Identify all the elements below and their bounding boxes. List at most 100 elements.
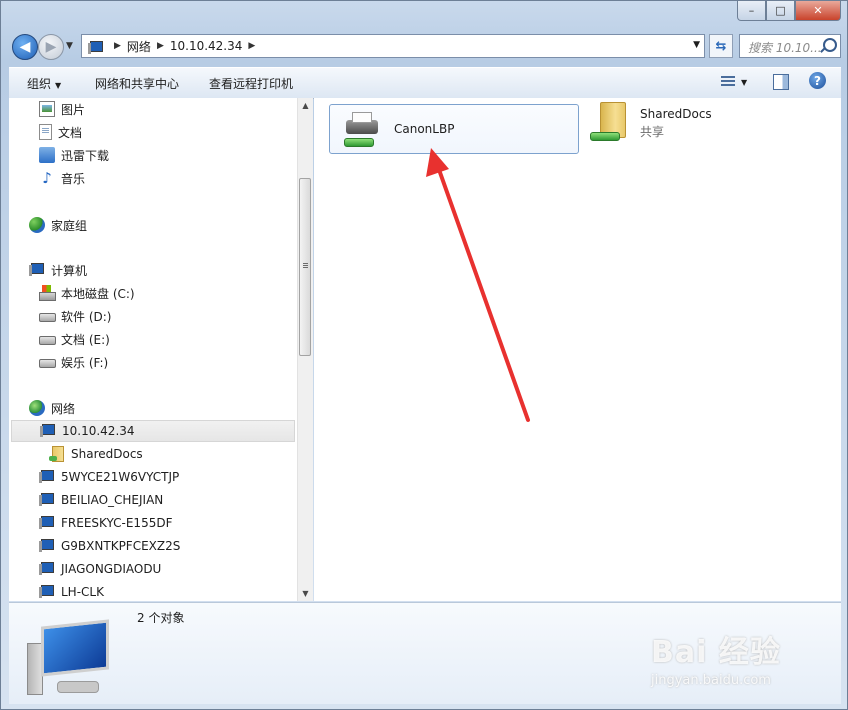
organize-label: 组织 — [27, 77, 52, 91]
explorer-window: – □ ✕ ◀ ▶ ▼ ▶ 网络 ▶ 10.10.42.34 ▶ ▼ ⇆ 搜索 … — [0, 0, 848, 710]
sidebar-item-documents[interactable]: 文档 — [39, 121, 82, 143]
sidebar-item-label: LH-CLK — [61, 585, 104, 599]
sidebar-item-shareddocs[interactable]: SharedDocs — [49, 443, 143, 465]
sidebar-item-label: 文档 (E:) — [61, 332, 110, 347]
sidebar-item-host[interactable]: BEILIAO_CHEJIAN — [39, 489, 163, 511]
grip-icon — [303, 263, 308, 269]
scroll-down-arrow-icon[interactable]: ▼ — [298, 586, 313, 601]
change-view-button[interactable]: ▼ — [721, 73, 751, 91]
item-name: CanonLBP — [394, 122, 455, 136]
computer-icon — [29, 262, 45, 278]
content-pane: CanonLBP SharedDocs 共享 — [314, 98, 841, 601]
shared-printer-item[interactable]: CanonLBP — [329, 104, 579, 154]
search-icon[interactable] — [823, 38, 837, 52]
sidebar-item-homegroup[interactable]: 家庭组 — [29, 214, 87, 236]
sidebar-item-drive-f[interactable]: 娱乐 (F:) — [39, 351, 108, 373]
view-printers-button[interactable]: 查看远程打印机 — [209, 75, 293, 92]
sidebar-item-pictures[interactable]: 图片 — [39, 98, 85, 120]
computer-icon — [39, 584, 55, 600]
address-history-dropdown[interactable]: ▼ — [693, 40, 700, 50]
chevron-right-icon[interactable]: ▶ — [248, 41, 255, 51]
search-input[interactable]: 搜索 10.10... — [739, 34, 841, 58]
sidebar-item-drive-d[interactable]: 软件 (D:) — [39, 305, 111, 327]
downloads-icon — [39, 147, 55, 163]
search-placeholder: 搜索 10.10... — [748, 41, 822, 55]
watermark-brand: Bai 经验 — [651, 635, 781, 670]
sidebar-item-drive-e[interactable]: 文档 (E:) — [39, 328, 110, 350]
forward-button[interactable]: ▶ — [38, 34, 64, 60]
sidebar-item-music[interactable]: ♪ 音乐 — [39, 167, 85, 189]
computer-icon — [39, 469, 55, 485]
computer-icon — [39, 515, 55, 531]
address-bar[interactable]: ▶ 网络 ▶ 10.10.42.34 ▶ ▼ — [81, 34, 705, 58]
sidebar-item-label: 计算机 — [51, 263, 88, 278]
computer-icon — [39, 561, 55, 577]
item-subtitle: 共享 — [640, 124, 665, 139]
chevron-right-icon[interactable]: ▶ — [157, 41, 164, 51]
help-button[interactable]: ? — [809, 72, 826, 89]
maximize-button[interactable]: □ — [766, 1, 795, 21]
sidebar-item-network[interactable]: 网络 — [29, 397, 75, 419]
navigation-scrollbar[interactable]: ▲ ▼ — [297, 98, 313, 601]
sidebar-item-label: SharedDocs — [71, 447, 143, 461]
computer-icon — [88, 40, 104, 54]
sidebar-item-label: JIAGONGDIAODU — [61, 562, 162, 576]
command-bar: 组织 ▼ 网络和共享中心 查看远程打印机 ▼ ? — [9, 67, 841, 99]
refresh-button[interactable]: ⇆ — [709, 34, 733, 58]
sidebar-item-label: 本地磁盘 (C:) — [61, 286, 135, 301]
drive-icon — [39, 331, 56, 347]
sidebar-item-host[interactable]: FREESKYC-E155DF — [39, 512, 172, 534]
sidebar-item-computer[interactable]: 计算机 — [29, 259, 87, 281]
sidebar-item-host[interactable]: G9BXNTKPFCEXZ2S — [39, 535, 180, 557]
pictures-icon — [39, 101, 55, 117]
sidebar-item-label: 迅雷下载 — [61, 148, 110, 163]
sidebar-item-drive-c[interactable]: 本地磁盘 (C:) — [39, 282, 135, 304]
sidebar-item-label: BEILIAO_CHEJIAN — [61, 493, 164, 507]
sidebar-item-host-selected[interactable]: 10.10.42.34 — [11, 420, 295, 442]
sidebar-item-label: 图片 — [61, 102, 86, 117]
computer-icon — [40, 423, 56, 439]
sidebar-item-label: 5WYCE21W6VYCTJP — [61, 470, 180, 484]
homegroup-icon — [29, 217, 45, 233]
sidebar-item-label: 家庭组 — [51, 218, 88, 233]
shared-folder-item[interactable]: SharedDocs 共享 — [576, 98, 826, 148]
sidebar-item-label: 10.10.42.34 — [62, 424, 135, 438]
back-button[interactable]: ◀ — [12, 34, 38, 60]
watermark-url: jingyan.baidu.com — [651, 673, 771, 688]
navigation-bar: ◀ ▶ ▼ ▶ 网络 ▶ 10.10.42.34 ▶ ▼ ⇆ 搜索 10.10.… — [9, 31, 841, 61]
music-icon: ♪ — [42, 169, 52, 187]
sidebar-item-host[interactable]: JIAGONGDIAODU — [39, 558, 161, 580]
shared-folder-icon — [588, 102, 630, 144]
sidebar-item-host[interactable]: LH-CLK — [39, 581, 104, 601]
shared-folder-icon — [49, 446, 65, 462]
sidebar-item-label: 音乐 — [61, 171, 86, 186]
object-count: 2 个对象 — [137, 611, 185, 625]
documents-icon — [39, 124, 52, 140]
caption-buttons: – □ ✕ — [737, 1, 841, 21]
sidebar-item-label: 娱乐 (F:) — [61, 355, 109, 370]
computer-icon — [39, 492, 55, 508]
chevron-down-icon: ▼ — [55, 81, 62, 90]
shared-printer-icon — [342, 108, 384, 150]
organize-button[interactable]: 组织 ▼ — [27, 75, 61, 92]
recent-pages-dropdown[interactable]: ▼ — [66, 41, 73, 51]
sidebar-item-label: 文档 — [58, 125, 83, 140]
scroll-thumb[interactable] — [299, 178, 311, 356]
chevron-right-icon[interactable]: ▶ — [114, 41, 121, 51]
scroll-up-arrow-icon[interactable]: ▲ — [298, 98, 313, 113]
drive-icon — [39, 308, 56, 324]
network-center-button[interactable]: 网络和共享中心 — [95, 75, 179, 92]
close-button[interactable]: ✕ — [795, 1, 841, 21]
sidebar-item-host[interactable]: 5WYCE21W6VYCTJP — [39, 466, 179, 488]
preview-pane-button[interactable] — [773, 74, 789, 90]
drive-c-icon — [39, 285, 56, 301]
sidebar-item-label: G9BXNTKPFCEXZ2S — [61, 539, 181, 553]
breadcrumb-host[interactable]: 10.10.42.34 — [170, 39, 243, 53]
network-icon — [29, 400, 45, 416]
baidu-jingyan-watermark: Bai 经验 jingyan.baidu.com — [651, 619, 831, 699]
item-name: SharedDocs — [640, 106, 712, 121]
sidebar-item-label: 网络 — [51, 401, 76, 416]
breadcrumb-network[interactable]: 网络 — [127, 38, 151, 55]
sidebar-item-downloads[interactable]: 迅雷下载 — [39, 144, 109, 166]
minimize-button[interactable]: – — [737, 1, 766, 21]
